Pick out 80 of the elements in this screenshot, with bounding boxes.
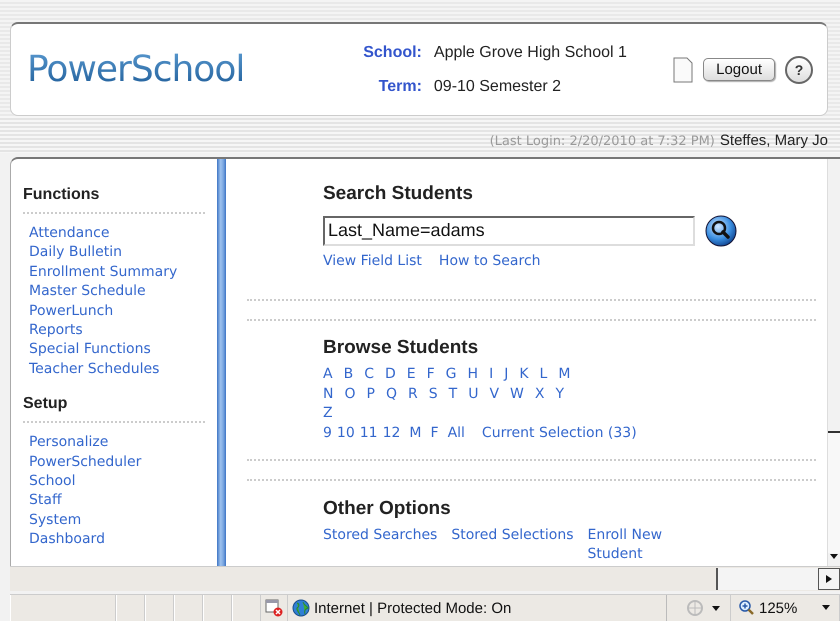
term-label: Term: xyxy=(378,78,422,96)
logout-button[interactable]: Logout xyxy=(703,58,775,81)
school-label: School: xyxy=(362,44,422,62)
search-link[interactable]: How to Search xyxy=(438,252,541,272)
sidebar-link[interactable]: Master Schedule xyxy=(29,282,217,302)
term-name: 09-10 Semester 2 xyxy=(434,78,562,96)
section-title: Functions xyxy=(23,186,100,204)
letter-link[interactable]: U xyxy=(468,384,478,404)
scroll-right-icon[interactable] xyxy=(825,574,833,584)
filter-link[interactable]: M xyxy=(409,424,422,443)
letter-link[interactable]: B xyxy=(344,365,354,385)
sidebar-link[interactable]: Dashboard xyxy=(29,530,217,550)
letter-link[interactable]: K xyxy=(519,365,529,385)
letter-link[interactable]: W xyxy=(510,384,524,404)
filter-link[interactable]: F xyxy=(430,424,439,443)
user-name: Steffes, Mary Jo xyxy=(720,132,828,149)
letter-link[interactable]: V xyxy=(489,384,500,404)
filter-link[interactable]: 10 xyxy=(336,424,355,443)
last-login-text: (Last Login: 2/20/2010 at 7:32 PM) xyxy=(490,134,715,149)
current-selection-link[interactable]: Current Selection (33) xyxy=(482,424,637,443)
option-link[interactable]: Enroll New Student xyxy=(588,526,684,565)
search-field[interactable]: Last_Name=adams xyxy=(323,216,695,246)
letter-link[interactable]: Z xyxy=(323,404,333,424)
letter-link[interactable]: Q xyxy=(386,384,397,404)
zoom-icon[interactable] xyxy=(739,600,755,616)
popup-blocked-icon[interactable] xyxy=(265,599,283,618)
protection-dropdown-icon[interactable] xyxy=(686,599,722,618)
school-name: Apple Grove High School 1 xyxy=(434,44,628,62)
letter-link[interactable]: A xyxy=(323,365,333,385)
sidebar-link[interactable]: Personalize xyxy=(29,433,217,453)
letter-link[interactable]: J xyxy=(504,365,508,385)
letter-link[interactable]: C xyxy=(364,365,374,385)
option-link[interactable]: Stored Selections xyxy=(451,526,574,546)
section-heading: Other Options xyxy=(323,498,452,520)
letter-link[interactable]: X xyxy=(534,384,544,404)
sidebar-link[interactable]: Enrollment Summary xyxy=(29,262,217,282)
search-button[interactable] xyxy=(705,214,737,247)
letter-link[interactable]: T xyxy=(448,384,458,404)
letter-link[interactable]: O xyxy=(344,384,356,404)
scroll-thumb[interactable] xyxy=(716,568,818,590)
sidebar-link[interactable]: School xyxy=(29,472,217,492)
zoom-level[interactable]: 125% xyxy=(759,600,798,617)
sidebar-link[interactable]: PowerScheduler xyxy=(29,452,217,472)
letter-link[interactable]: E xyxy=(406,365,416,385)
letter-link[interactable]: M xyxy=(558,365,570,385)
section-heading: Browse Students xyxy=(323,337,480,360)
filter-link[interactable]: 9 xyxy=(323,424,332,443)
sidebar-link[interactable]: System xyxy=(29,510,217,530)
filter-link[interactable]: 12 xyxy=(382,424,400,443)
letter-link[interactable]: R xyxy=(408,384,418,404)
sidebar-link[interactable]: Teacher Schedules xyxy=(29,360,217,380)
help-button[interactable]: ? xyxy=(785,56,813,84)
caret-icon[interactable] xyxy=(821,605,831,612)
sidebar-link[interactable]: Reports xyxy=(29,320,217,340)
letter-link[interactable]: S xyxy=(428,384,438,404)
search-link[interactable]: View Field List xyxy=(323,252,422,272)
page-icon[interactable] xyxy=(673,56,694,82)
scroll-right-button[interactable] xyxy=(818,568,840,590)
sidebar-link[interactable]: Attendance xyxy=(29,224,217,244)
sidebar-link[interactable]: Special Functions xyxy=(29,340,217,360)
option-link[interactable]: Stored Searches xyxy=(323,526,438,546)
letter-link[interactable]: D xyxy=(384,365,396,385)
sidebar-link[interactable]: Staff xyxy=(29,491,217,511)
letter-link[interactable]: H xyxy=(468,365,478,385)
sidebar-link[interactable]: Daily Bulletin xyxy=(29,243,217,263)
letter-link[interactable]: L xyxy=(540,365,548,385)
section-heading: Search Students xyxy=(323,182,474,205)
letter-link[interactable]: P xyxy=(366,384,375,404)
globe-icon xyxy=(292,599,310,618)
letter-link[interactable]: N xyxy=(323,384,334,404)
letter-link[interactable]: G xyxy=(446,365,457,385)
vertical-scrollbar[interactable] xyxy=(827,158,840,566)
security-zone-text: Internet | Protected Mode: On xyxy=(314,600,512,617)
letter-link[interactable]: Y xyxy=(555,384,564,404)
filter-link[interactable]: All xyxy=(448,424,465,443)
section-title: Setup xyxy=(23,395,68,414)
filter-link[interactable]: 11 xyxy=(360,424,378,443)
letter-link[interactable]: F xyxy=(426,365,435,385)
letter-link[interactable]: I xyxy=(489,365,494,385)
sidebar-link[interactable]: PowerLunch xyxy=(29,302,217,321)
